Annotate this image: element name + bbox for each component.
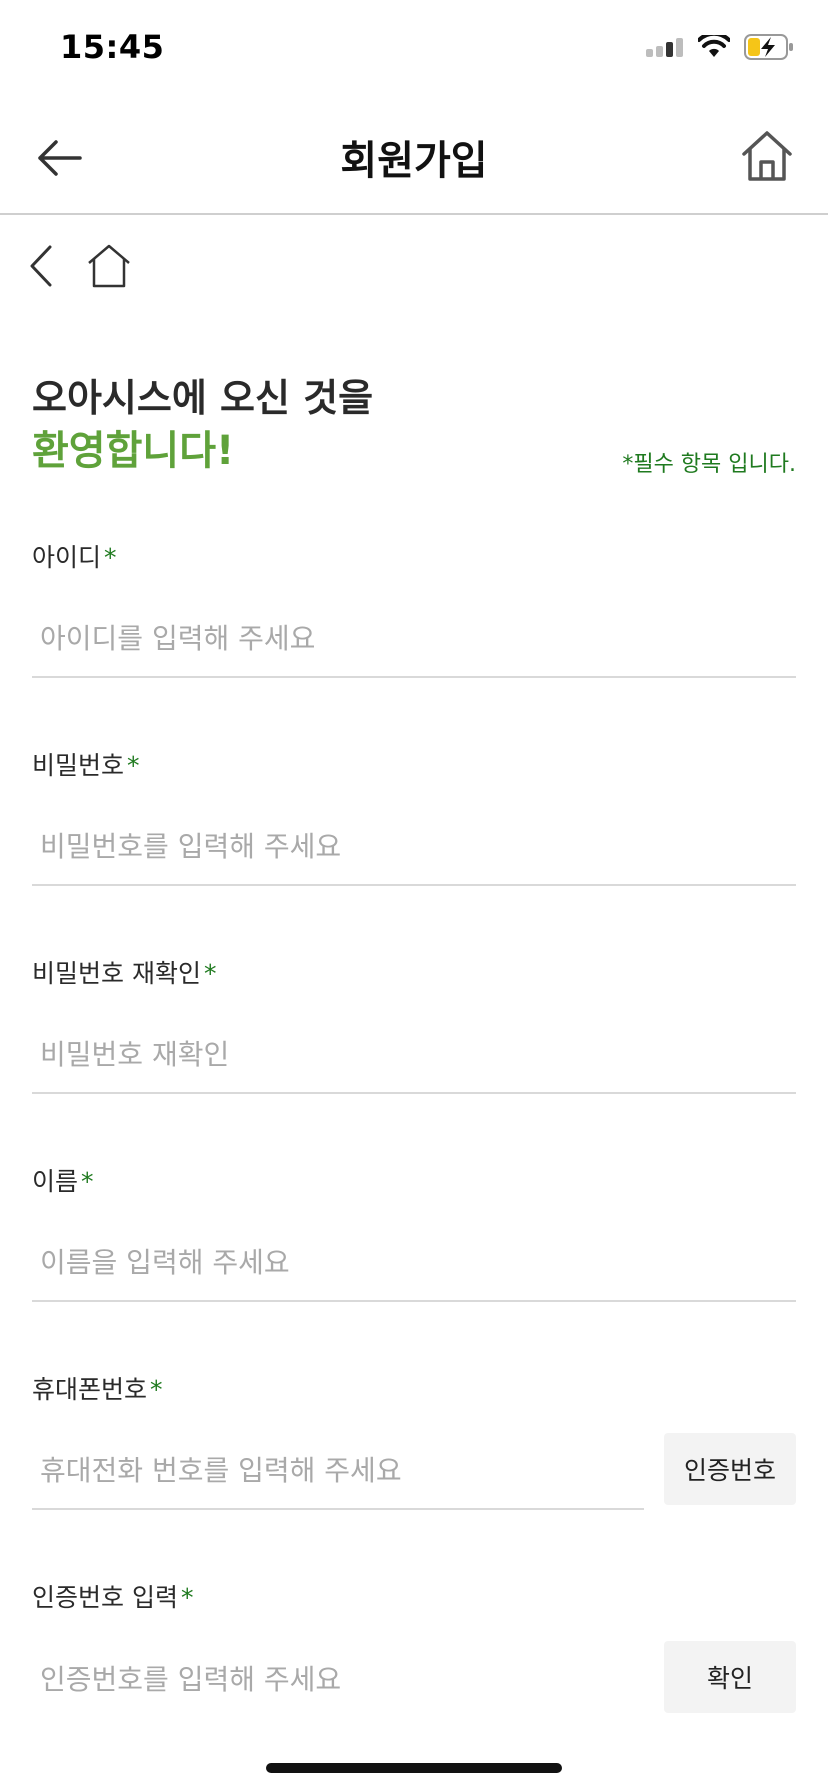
- field-name: 이름 *: [32, 1162, 796, 1302]
- home-indicator: [266, 1763, 562, 1773]
- password-confirm-label: 비밀번호 재확인: [32, 959, 201, 988]
- status-bar: 15:45: [0, 0, 828, 100]
- welcome-line-1: 오아시스에 오신 것을: [32, 376, 374, 420]
- field-phone: 휴대폰번호 *: [32, 1370, 644, 1510]
- verification-code-label: 인증번호 입력: [32, 1583, 178, 1612]
- field-username: 아이디 *: [32, 538, 796, 678]
- chevron-left-icon[interactable]: [26, 243, 56, 289]
- required-star: *: [127, 751, 140, 780]
- password-input[interactable]: [32, 808, 796, 886]
- field-verification-code: 인증번호 입력 *: [32, 1578, 644, 1718]
- signup-screen: 15:45 회원가입 오아시스에 오신 것을 환영합니다! *필수 항목 입니다…: [0, 0, 828, 1792]
- battery-charging-icon: [744, 34, 793, 60]
- required-star: *: [81, 1167, 94, 1196]
- password-label: 비밀번호: [32, 751, 125, 780]
- wifi-icon: [698, 35, 730, 57]
- username-input[interactable]: [32, 600, 796, 678]
- username-label: 아이디: [32, 543, 102, 572]
- name-input[interactable]: [32, 1224, 796, 1302]
- home-icon[interactable]: [740, 128, 794, 184]
- status-icons: [646, 34, 794, 60]
- required-star: *: [180, 1583, 194, 1612]
- verification-code-input[interactable]: [32, 1640, 644, 1718]
- secondary-nav: [26, 240, 132, 292]
- required-star: *: [104, 543, 117, 572]
- phone-label: 휴대폰번호: [32, 1375, 148, 1404]
- phone-input[interactable]: [32, 1432, 644, 1510]
- status-time: 15:45: [60, 28, 165, 66]
- cellular-signal-icon: [646, 38, 683, 57]
- required-star: *: [203, 959, 217, 988]
- request-code-button[interactable]: 인증번호: [664, 1433, 796, 1505]
- password-confirm-input[interactable]: [32, 1016, 796, 1094]
- field-password: 비밀번호 *: [32, 746, 796, 886]
- field-password-confirm: 비밀번호 재확인 *: [32, 954, 796, 1094]
- required-note: *필수 항목 입니다.: [622, 452, 796, 477]
- name-label: 이름: [32, 1167, 79, 1196]
- app-header: 회원가입: [0, 100, 828, 215]
- confirm-code-button[interactable]: 확인: [664, 1641, 796, 1713]
- page-title: 회원가입: [340, 138, 488, 184]
- required-star: *: [150, 1375, 163, 1404]
- home-outline-icon[interactable]: [86, 243, 132, 289]
